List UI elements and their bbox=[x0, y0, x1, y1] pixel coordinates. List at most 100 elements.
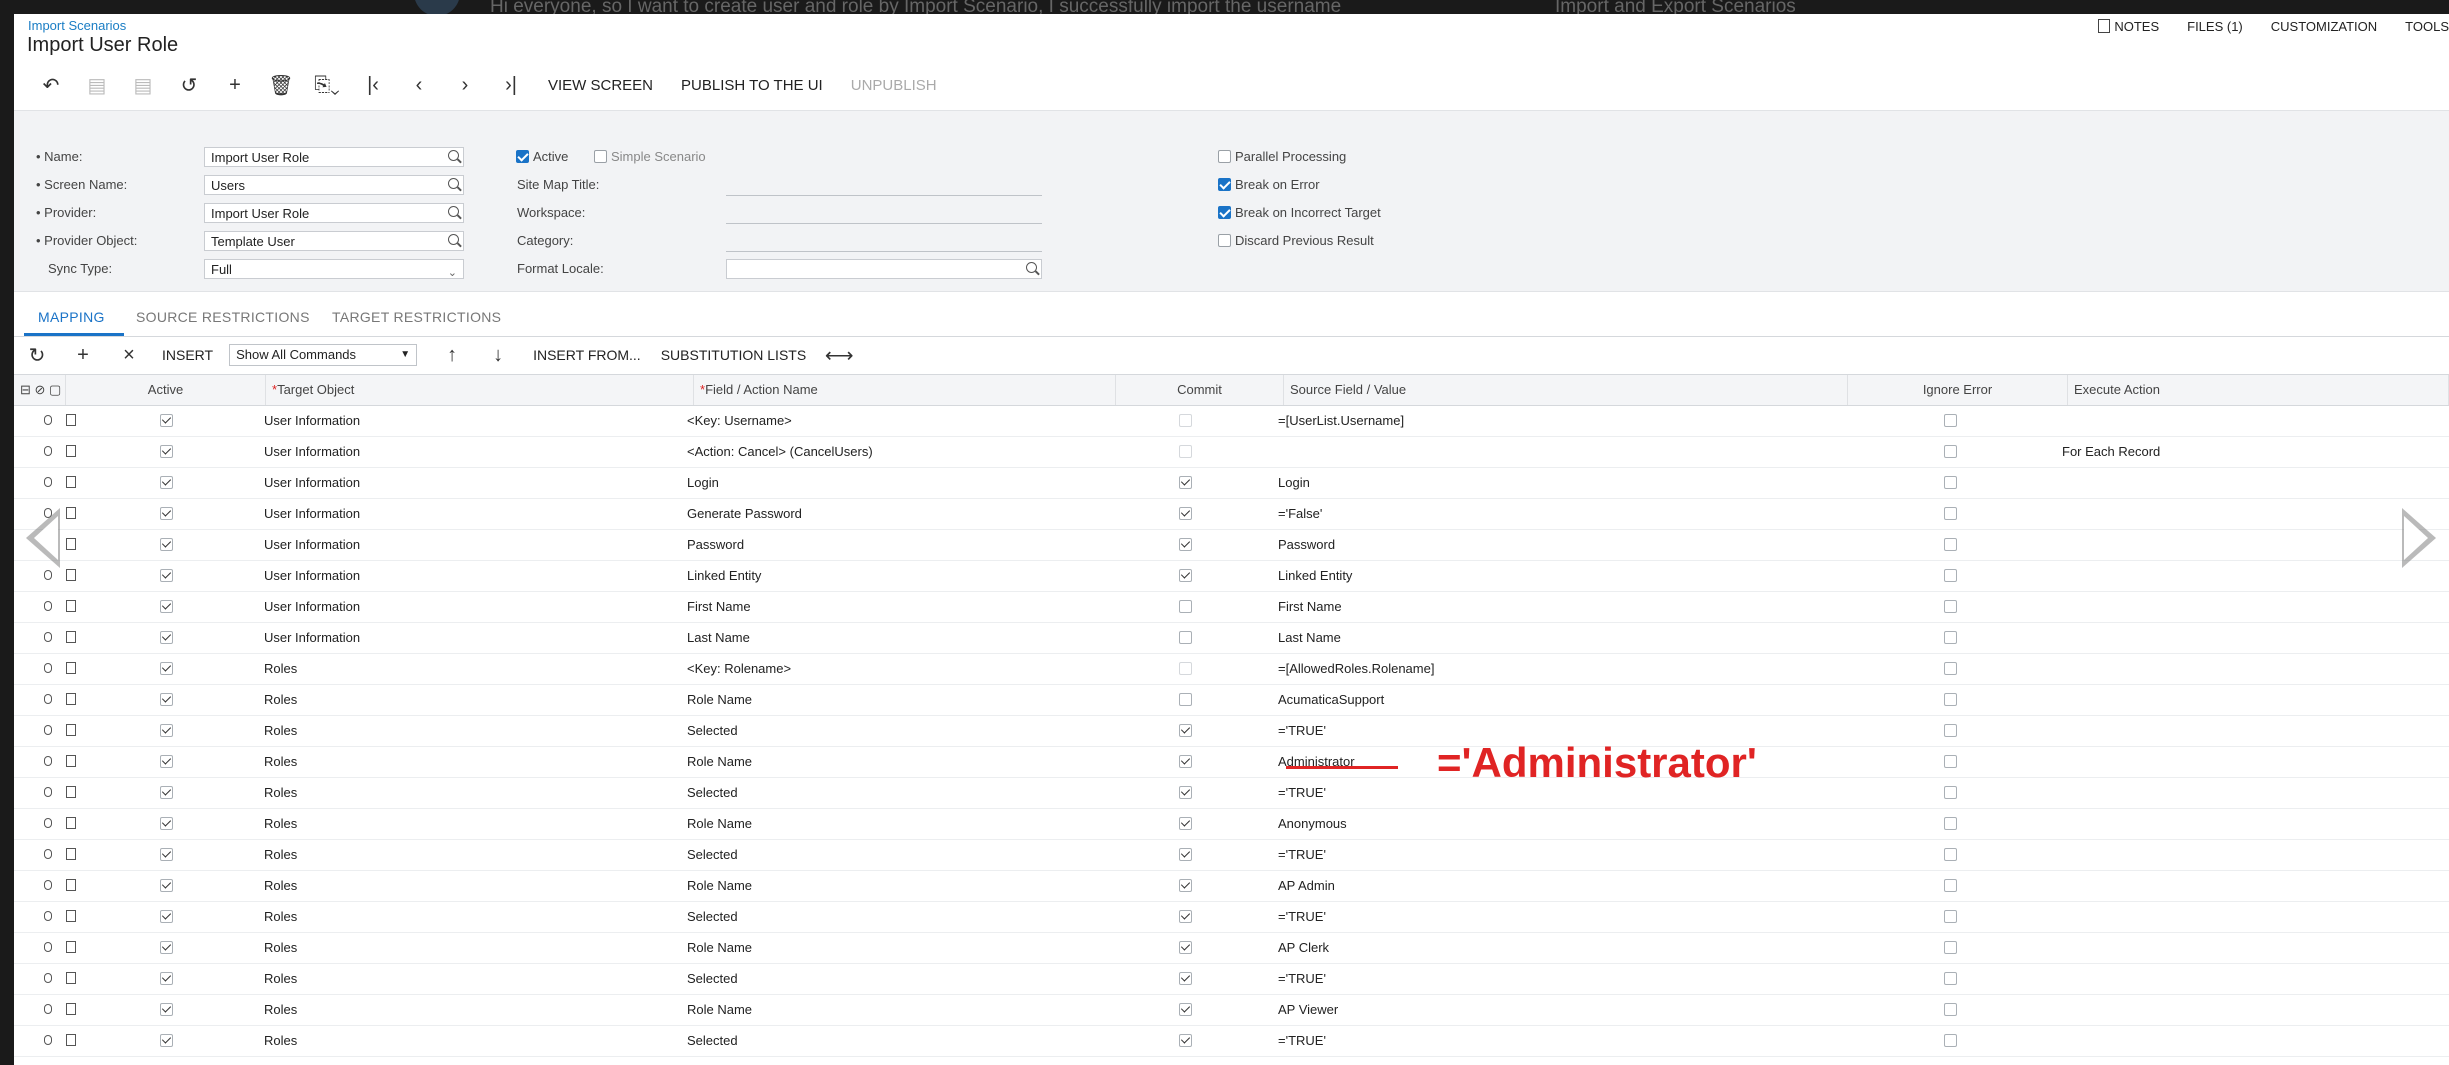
delete-icon[interactable]: 🗑 bbox=[258, 70, 304, 100]
field-action-cell[interactable]: Login bbox=[687, 467, 719, 498]
ignore-error-checkbox[interactable] bbox=[1944, 972, 1957, 985]
ignore-error-checkbox[interactable] bbox=[1944, 414, 1957, 427]
attachment-icon[interactable] bbox=[44, 415, 52, 425]
header-field-action[interactable]: *Field / Action Name bbox=[694, 375, 1116, 405]
active-checkbox[interactable] bbox=[160, 724, 173, 737]
active-checkbox[interactable] bbox=[160, 786, 173, 799]
attachment-icon[interactable] bbox=[44, 787, 52, 797]
add-row-icon[interactable]: + bbox=[60, 344, 106, 367]
active-checkbox[interactable] bbox=[160, 1003, 173, 1016]
field-action-cell[interactable]: Selected bbox=[687, 839, 738, 870]
header-ignore-error[interactable]: Ignore Error bbox=[1848, 375, 2068, 405]
field-action-cell[interactable]: Selected bbox=[687, 963, 738, 994]
delete-row-icon[interactable]: × bbox=[106, 344, 152, 367]
ignore-error-checkbox[interactable] bbox=[1944, 569, 1957, 582]
target-object-cell[interactable]: Roles bbox=[264, 1025, 297, 1056]
table-row[interactable]: Roles <Key: Rolename> =[AllowedRoles.Rolen… bbox=[14, 653, 2449, 685]
parallel-processing-checkbox[interactable]: Parallel Processing bbox=[1218, 149, 1346, 164]
attachment-icon[interactable] bbox=[44, 1035, 52, 1045]
active-checkbox[interactable] bbox=[160, 538, 173, 551]
commit-checkbox[interactable] bbox=[1179, 476, 1192, 489]
table-row[interactable]: User Information Password Password bbox=[14, 529, 2449, 561]
field-action-cell[interactable]: Selected bbox=[687, 901, 738, 932]
active-checkbox[interactable]: Active bbox=[516, 149, 568, 164]
break-on-error-checkbox[interactable]: Break on Error bbox=[1218, 177, 1320, 192]
source-field-cell[interactable]: Administrator bbox=[1278, 746, 1355, 777]
active-checkbox[interactable] bbox=[160, 631, 173, 644]
table-row[interactable]: User Information <Action: Cancel> (Cancel… bbox=[14, 436, 2449, 468]
commands-select[interactable]: Show All Commands ▼ bbox=[229, 344, 418, 366]
field-action-cell[interactable]: Role Name bbox=[687, 932, 752, 963]
active-checkbox[interactable] bbox=[160, 879, 173, 892]
active-checkbox[interactable] bbox=[160, 569, 173, 582]
ignore-error-checkbox[interactable] bbox=[1944, 445, 1957, 458]
source-field-cell[interactable]: AP Clerk bbox=[1278, 932, 1329, 963]
attachment-icon[interactable] bbox=[44, 601, 52, 611]
note-icon[interactable] bbox=[66, 600, 76, 612]
attachment-icon[interactable] bbox=[44, 1004, 52, 1014]
refresh-icon[interactable]: ↻ bbox=[14, 343, 60, 368]
field-action-cell[interactable]: First Name bbox=[687, 591, 751, 622]
target-object-cell[interactable]: Roles bbox=[264, 870, 297, 901]
commit-checkbox[interactable] bbox=[1179, 848, 1192, 861]
commit-checkbox[interactable] bbox=[1179, 569, 1192, 582]
ignore-error-checkbox[interactable] bbox=[1944, 724, 1957, 737]
field-action-cell[interactable]: Selected bbox=[687, 1025, 738, 1056]
field-action-cell[interactable]: Role Name bbox=[687, 684, 752, 715]
field-action-cell[interactable]: <Action: Cancel> (CancelUsers) bbox=[687, 436, 873, 467]
target-object-cell[interactable]: Roles bbox=[264, 746, 297, 777]
category-field[interactable] bbox=[726, 251, 1042, 252]
note-icon[interactable] bbox=[66, 755, 76, 767]
note-icon[interactable] bbox=[66, 476, 76, 488]
attachment-icon[interactable] bbox=[44, 849, 52, 859]
active-checkbox[interactable] bbox=[160, 662, 173, 675]
active-checkbox[interactable] bbox=[160, 755, 173, 768]
attachment-icon[interactable] bbox=[44, 911, 52, 921]
execute-action-cell[interactable]: For Each Record bbox=[2062, 436, 2160, 467]
notes-button[interactable]: NOTES bbox=[2098, 19, 2159, 34]
provider-object-field[interactable]: Template User bbox=[204, 231, 464, 251]
target-object-cell[interactable]: Roles bbox=[264, 808, 297, 839]
header-target-object[interactable]: *Target Object bbox=[266, 375, 694, 405]
commit-checkbox[interactable] bbox=[1179, 538, 1192, 551]
view-screen-button[interactable]: VIEW SCREEN bbox=[534, 77, 667, 94]
ignore-error-checkbox[interactable] bbox=[1944, 538, 1957, 551]
search-icon[interactable] bbox=[1026, 262, 1037, 273]
note-icon[interactable] bbox=[66, 848, 76, 860]
tab-mapping[interactable]: MAPPING bbox=[38, 309, 105, 325]
ignore-error-checkbox[interactable] bbox=[1944, 848, 1957, 861]
workspace-field[interactable] bbox=[726, 223, 1042, 224]
publish-button[interactable]: PUBLISH TO THE UI bbox=[667, 77, 837, 94]
checkbox-checked[interactable] bbox=[1218, 178, 1231, 191]
attachment-icon[interactable] bbox=[44, 756, 52, 766]
table-row[interactable]: Roles Role Name AP Viewer bbox=[14, 994, 2449, 1026]
target-object-cell[interactable]: Roles bbox=[264, 839, 297, 870]
source-field-cell[interactable]: ='False' bbox=[1278, 498, 1322, 529]
target-object-cell[interactable]: Roles bbox=[264, 994, 297, 1025]
source-field-cell[interactable]: Login bbox=[1278, 467, 1310, 498]
screen-name-field[interactable]: Users bbox=[204, 175, 464, 195]
target-object-cell[interactable]: Roles bbox=[264, 653, 297, 684]
search-icon[interactable] bbox=[448, 234, 459, 245]
table-row[interactable]: User Information Linked Entity Linked Enti… bbox=[14, 560, 2449, 592]
commit-checkbox[interactable] bbox=[1179, 879, 1192, 892]
search-icon[interactable] bbox=[448, 150, 459, 161]
source-field-cell[interactable]: =[UserList.Username] bbox=[1278, 405, 1404, 436]
commit-checkbox[interactable] bbox=[1179, 786, 1192, 799]
table-row[interactable]: Roles Role Name AP Clerk bbox=[14, 932, 2449, 964]
provider-field[interactable]: Import User Role bbox=[204, 203, 464, 223]
target-object-cell[interactable]: User Information bbox=[264, 529, 360, 560]
source-field-cell[interactable]: ='TRUE' bbox=[1278, 715, 1326, 746]
note-icon[interactable] bbox=[66, 786, 76, 798]
table-row[interactable]: User Information Last Name Last Name bbox=[14, 622, 2449, 654]
active-checkbox[interactable] bbox=[160, 600, 173, 613]
attachment-icon[interactable] bbox=[44, 694, 52, 704]
note-icon[interactable] bbox=[66, 910, 76, 922]
checkbox-checked[interactable] bbox=[1218, 206, 1231, 219]
table-row[interactable]: Roles Selected ='TRUE' bbox=[14, 839, 2449, 871]
source-field-cell[interactable]: AP Admin bbox=[1278, 870, 1335, 901]
header-execute-action[interactable]: Execute Action bbox=[2068, 375, 2449, 405]
search-icon[interactable] bbox=[448, 178, 459, 189]
attachment-icon[interactable] bbox=[44, 632, 52, 642]
target-object-cell[interactable]: User Information bbox=[264, 498, 360, 529]
